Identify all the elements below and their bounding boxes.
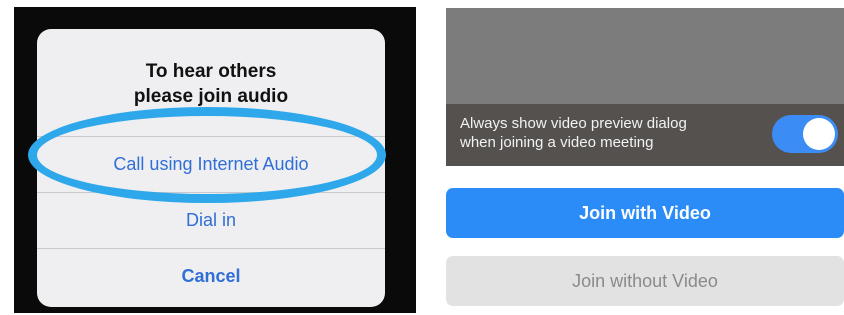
- always-show-preview-label: Always show video preview dialog when jo…: [460, 115, 687, 151]
- cancel-button[interactable]: Cancel: [37, 248, 385, 304]
- join-audio-alert: To hear others please join audio Call us…: [37, 29, 385, 307]
- always-show-preview-toggle[interactable]: [772, 115, 838, 153]
- toggle-knob: [803, 118, 835, 150]
- join-with-video-button[interactable]: Join with Video: [446, 188, 844, 238]
- call-internet-audio-button[interactable]: Call using Internet Audio: [37, 136, 385, 192]
- audio-dialog-backdrop: To hear others please join audio Call us…: [14, 7, 416, 313]
- dial-in-button[interactable]: Dial in: [37, 192, 385, 248]
- preview-options-bar: Always show video preview dialog when jo…: [446, 104, 844, 166]
- video-preview-area: Always show video preview dialog when jo…: [446, 8, 844, 166]
- join-without-video-button[interactable]: Join without Video: [446, 256, 844, 306]
- alert-title: To hear others please join audio: [133, 61, 289, 107]
